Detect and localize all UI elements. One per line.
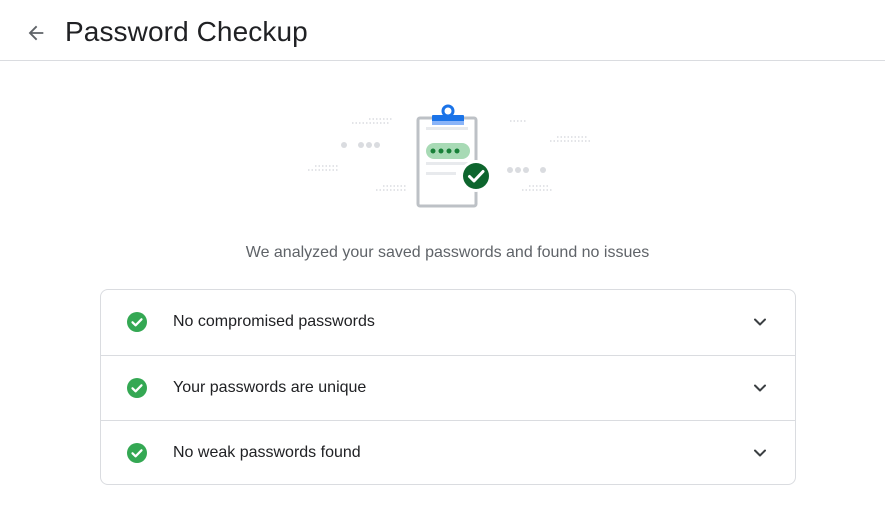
check-badge-icon (460, 160, 492, 192)
back-button[interactable] (20, 17, 52, 49)
arrow-back-icon (28, 25, 44, 41)
result-row-unique[interactable]: Your passwords are unique (101, 355, 795, 420)
results-card: No compromised passwords Your passwords … (100, 289, 796, 485)
result-label: No compromised passwords (173, 313, 375, 330)
chevron-down-icon[interactable] (750, 443, 770, 463)
check-circle-icon (127, 378, 147, 398)
summary-text: We analyzed your saved passwords and fou… (245, 244, 650, 261)
clipboard-graphic (416, 104, 478, 208)
result-row-weak[interactable]: No weak passwords found (101, 420, 795, 484)
top-bar: Password Checkup (0, 0, 885, 61)
chevron-down-icon[interactable] (750, 312, 770, 332)
clipboard-password-check-icon (308, 104, 590, 208)
result-label: No weak passwords found (173, 444, 361, 461)
result-row-compromised[interactable]: No compromised passwords (101, 290, 795, 355)
chevron-down-icon[interactable] (750, 378, 770, 398)
decorative-dots-left (308, 118, 406, 191)
check-circle-icon (127, 443, 147, 463)
page-title: Password Checkup (65, 16, 308, 47)
decorative-dots-right (507, 120, 590, 191)
check-circle-icon (127, 312, 147, 332)
result-label: Your passwords are unique (173, 379, 367, 396)
